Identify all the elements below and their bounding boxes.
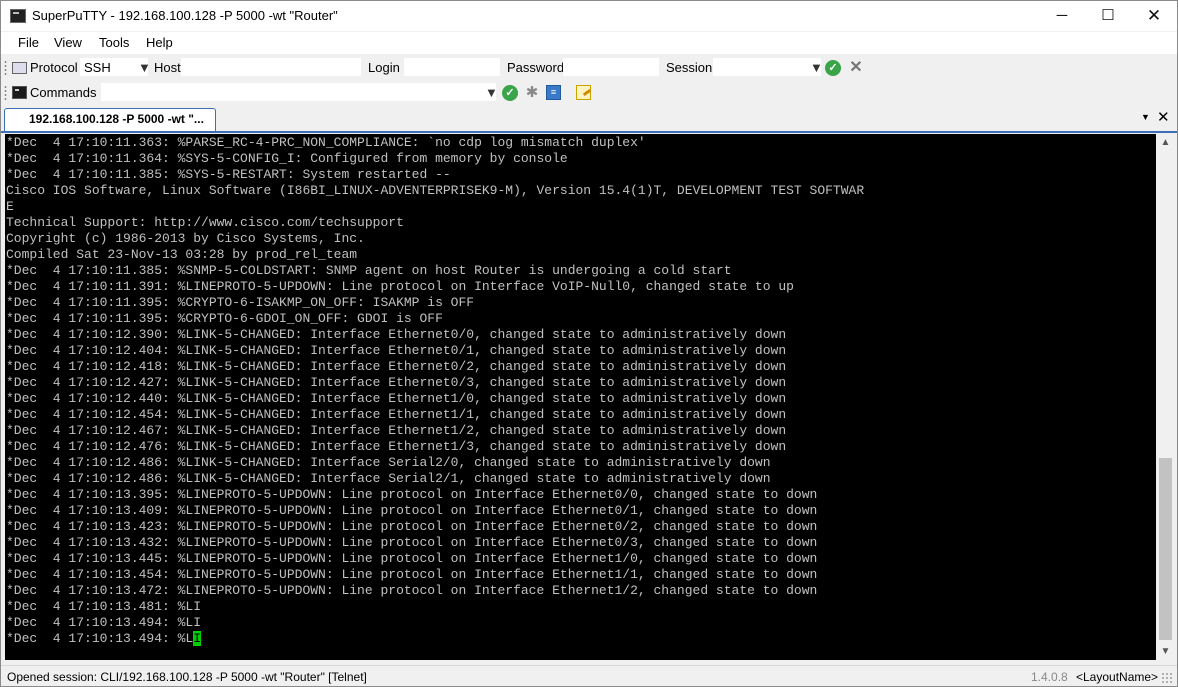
protocol-label: Protocol [30,60,78,75]
version-label: 1.4.0.8 [1031,670,1068,684]
terminal-cursor: I [193,631,202,646]
login-input[interactable] [404,58,500,76]
status-session-text: Opened session: CLI/192.168.100.128 -P 5… [7,670,367,684]
terminal-line: *Dec 4 17:10:12.486: %LINK-5-CHANGED: In… [6,471,771,486]
host-label: Host [154,60,181,75]
terminal-line: *Dec 4 17:10:11.363: %PARSE_RC-4-PRC_NON… [6,135,646,150]
terminal-line: *Dec 4 17:10:12.427: %LINK-5-CHANGED: In… [6,375,787,390]
terminal-line: *Dec 4 17:10:11.385: %SYS-5-RESTART: Sys… [6,167,451,182]
terminal-line: *Dec 4 17:10:13.454: %LINEPROTO-5-UPDOWN… [6,567,818,582]
terminal-line: *Dec 4 17:10:13.409: %LINEPROTO-5-UPDOWN… [6,503,818,518]
menu-help[interactable]: Help [146,35,173,50]
command-input[interactable]: ▼ [101,83,498,101]
terminal-line: *Dec 4 17:10:13.432: %LINEPROTO-5-UPDOWN… [6,535,818,550]
protocol-value: SSH [84,60,111,75]
connect-check-icon[interactable]: ✓ [825,60,841,76]
superputty-window: SuperPuTTY - 192.168.100.128 -P 5000 -wt… [0,0,1178,687]
terminal-line: *Dec 4 17:10:12.418: %LINK-5-CHANGED: In… [6,359,787,374]
terminal-line: *Dec 4 17:10:12.390: %LINK-5-CHANGED: In… [6,327,787,342]
terminal-console[interactable]: *Dec 4 17:10:11.363: %PARSE_RC-4-PRC_NON… [5,134,1156,660]
terminal-line: Cisco IOS Software, Linux Software (I86B… [6,183,865,198]
send-to-sessions-icon[interactable]: ≡ [546,85,561,100]
terminal-icon [12,86,27,99]
terminal-line: *Dec 4 17:10:11.364: %SYS-5-CONFIG_I: Co… [6,151,568,166]
terminal-prompt-line: *Dec 4 17:10:13.494: %LI [6,631,202,647]
resize-grip[interactable] [1161,672,1173,684]
terminal-line: Copyright (c) 1986-2013 by Cisco Systems… [6,231,365,246]
terminal-line: *Dec 4 17:10:13.481: %LI [6,599,202,614]
tab-list-dropdown-icon[interactable]: ▼ [1141,112,1150,122]
terminal-line: *Dec 4 17:10:11.395: %CRYPTO-6-GDOI_ON_O… [6,311,443,326]
terminal-line: *Dec 4 17:10:13.395: %LINEPROTO-5-UPDOWN… [6,487,818,502]
toolbar-grip[interactable] [4,85,7,101]
scroll-up-arrow-icon[interactable]: ▲ [1157,134,1174,151]
send-command-check-icon[interactable]: ✓ [502,85,518,101]
terminal-line: Compiled Sat 23-Nov-13 03:28 by prod_rel… [6,247,358,262]
host-input[interactable] [181,58,361,76]
window-title: SuperPuTTY - 192.168.100.128 -P 5000 -wt… [32,8,338,23]
clear-x-icon[interactable]: ✕ [848,60,864,76]
menu-view[interactable]: View [54,35,82,50]
terminal-line: *Dec 4 17:10:11.391: %LINEPROTO-5-UPDOWN… [6,279,794,294]
terminal-line: *Dec 4 17:10:13.423: %LINEPROTO-5-UPDOWN… [6,519,818,534]
toolbar-grip[interactable] [4,60,7,76]
menu-bar: File View Tools Help [1,32,1177,54]
close-window-button[interactable]: ✕ [1131,1,1177,31]
session-tab-label: 192.168.100.128 -P 5000 -wt "... [29,112,204,126]
minimize-button[interactable]: ─ [1039,1,1085,31]
terminal-line: *Dec 4 17:10:13.472: %LINEPROTO-5-UPDOWN… [6,583,818,598]
protocol-dropdown[interactable]: SSH ▼ [80,58,151,76]
terminal-line: *Dec 4 17:10:12.454: %LINK-5-CHANGED: In… [6,407,787,422]
chevron-down-icon: ▼ [810,60,823,75]
terminal-line: *Dec 4 17:10:12.476: %LINK-5-CHANGED: In… [6,439,787,454]
scroll-down-arrow-icon[interactable]: ▼ [1157,643,1174,660]
terminal-line: *Dec 4 17:10:12.486: %LINK-5-CHANGED: In… [6,455,771,470]
menu-tools[interactable]: Tools [99,35,129,50]
terminal-line: *Dec 4 17:10:13.445: %LINEPROTO-5-UPDOWN… [6,551,818,566]
connect-toolbar: Protocol SSH ▼ Host Login Password Sessi… [1,56,1177,80]
session-label: Session [666,60,713,75]
title-bar: SuperPuTTY - 192.168.100.128 -P 5000 -wt… [1,1,1177,31]
commands-toolbar: Commands ▼ ✓ ✱ ≡ [1,81,1177,105]
terminal-line: *Dec 4 17:10:12.467: %LINK-5-CHANGED: In… [6,423,787,438]
maximize-button[interactable]: ☐ [1085,1,1131,31]
prompt-text: *Dec 4 17:10:13.494: %L [6,631,194,646]
layout-name-label: <LayoutName> [1076,670,1159,684]
login-label: Login [368,60,400,75]
session-dropdown[interactable]: ▼ [713,58,823,76]
password-label: Password [507,60,565,75]
terminal-line: E [6,199,14,214]
document-tabstrip: 192.168.100.128 -P 5000 -wt "... [1,106,1177,133]
close-tab-icon[interactable]: ✕ [1157,108,1170,126]
terminal-app-icon [10,9,26,23]
scroll-thumb[interactable] [1159,458,1172,640]
terminal-line: *Dec 4 17:10:11.385: %SNMP-5-COLDSTART: … [6,263,732,278]
gear-icon[interactable]: ✱ [524,85,540,101]
notepad-icon[interactable] [576,85,591,100]
status-bar: Opened session: CLI/192.168.100.128 -P 5… [1,665,1177,686]
terminal-line: Technical Support: http://www.cisco.com/… [6,215,404,230]
vertical-scrollbar[interactable]: ▲ ▼ [1157,134,1174,660]
password-input[interactable] [563,58,659,76]
chevron-down-icon: ▼ [138,60,151,75]
computer-icon [12,62,27,74]
terminal-line: *Dec 4 17:10:12.440: %LINK-5-CHANGED: In… [6,391,787,406]
session-tab[interactable]: 192.168.100.128 -P 5000 -wt "... [4,108,216,131]
terminal-line: *Dec 4 17:10:12.404: %LINK-5-CHANGED: In… [6,343,787,358]
menu-file[interactable]: File [18,35,39,50]
chevron-down-icon: ▼ [485,85,498,100]
terminal-line: *Dec 4 17:10:13.494: %LI [6,615,202,630]
commands-label: Commands [30,85,97,100]
terminal-line: *Dec 4 17:10:11.395: %CRYPTO-6-ISAKMP_ON… [6,295,475,310]
